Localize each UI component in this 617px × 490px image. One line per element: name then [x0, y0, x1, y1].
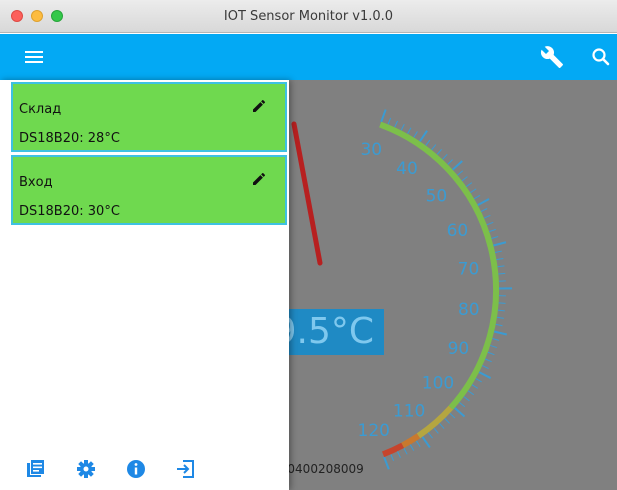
- gauge-tick: [496, 316, 504, 319]
- sensor-reading: DS18B20: 30°C: [19, 204, 120, 219]
- gauge-tick: [496, 257, 504, 261]
- window-title: IOT Sensor Monitor v1.0.0: [223, 9, 394, 24]
- gauge-tick: [403, 447, 408, 455]
- navigation-drawer: Склад DS18B20: 28°C Вход DS18B20: 30°C: [0, 80, 289, 490]
- sensor-card[interactable]: Вход DS18B20: 30°C: [11, 155, 287, 225]
- gauge-tick-label: 70: [458, 260, 480, 280]
- gauge-needle: [291, 121, 323, 266]
- gauge-tick: [449, 412, 456, 419]
- gauge-tick: [492, 338, 500, 341]
- gauge-tick: [484, 358, 492, 363]
- gauge-tick: [380, 109, 387, 123]
- gauge-tick: [436, 148, 443, 155]
- gauge-tick: [413, 131, 418, 138]
- gauge-tick: [425, 139, 431, 146]
- drawer-bottom-bar: [0, 458, 289, 488]
- gauge-tick: [461, 176, 468, 182]
- gauge-tick: [498, 302, 506, 304]
- gauge-tick: [394, 120, 398, 128]
- logout-icon[interactable]: [175, 458, 197, 480]
- info-icon[interactable]: [125, 458, 147, 480]
- gauge-tick: [451, 160, 463, 171]
- search-icon[interactable]: [589, 45, 613, 69]
- gauge-tick: [390, 454, 395, 462]
- gauge-tick: [400, 123, 405, 131]
- gauge-tick: [409, 444, 415, 451]
- gauge-tick: [447, 159, 453, 165]
- gauge-tick: [459, 401, 466, 408]
- gauge-tick-label: 80: [458, 300, 480, 320]
- gauge-tick: [480, 208, 488, 213]
- gauge-tick-label: 90: [448, 339, 470, 359]
- gauge-tick: [490, 344, 498, 349]
- app-bar: [0, 34, 617, 80]
- gauge-tick: [478, 371, 492, 379]
- sensor-name: Вход: [19, 175, 53, 190]
- gauge-tick: [463, 396, 470, 402]
- edit-icon[interactable]: [251, 98, 267, 114]
- gauge-tick: [482, 365, 489, 370]
- sensor-name: Склад: [19, 102, 62, 117]
- gauge-tick: [497, 265, 505, 268]
- gauge-tick: [493, 330, 508, 336]
- gauge-tick-label: 50: [426, 186, 448, 206]
- gauge-tick: [498, 272, 506, 275]
- gauge-tick: [471, 384, 479, 389]
- gauge-tick: [491, 236, 499, 239]
- gauge-tick: [387, 117, 392, 125]
- gauge-tick: [419, 130, 428, 142]
- gauge-tick: [477, 198, 490, 207]
- gauge-tick: [465, 182, 473, 188]
- gauge-tick: [494, 250, 502, 254]
- menu-icon[interactable]: [22, 45, 46, 69]
- gauge-tick: [442, 153, 448, 160]
- gauge-tick: [487, 351, 495, 356]
- settings-icon[interactable]: [75, 458, 97, 480]
- list-icon[interactable]: [24, 458, 46, 480]
- gauge-tick-label: 110: [393, 402, 425, 422]
- gauge-tick-label: 100: [422, 374, 454, 394]
- gauge-tick: [421, 436, 431, 449]
- gauge-tick: [497, 309, 505, 312]
- gauge-tick: [415, 440, 421, 447]
- sensor-card[interactable]: Склад DS18B20: 28°C: [11, 82, 287, 152]
- gauge-tick-label: 40: [396, 159, 418, 179]
- gauge-arc-segment-3: [381, 442, 405, 458]
- gauge-tick-label: 120: [358, 421, 390, 441]
- gauge-tick: [473, 194, 481, 200]
- gauge-tick: [489, 228, 496, 233]
- gauge-tick: [454, 407, 466, 418]
- gauge-tick: [407, 127, 412, 135]
- gauge-arc-segment-2: [401, 433, 421, 449]
- window-titlebar: IOT Sensor Monitor v1.0.0: [0, 0, 617, 33]
- gauge-tick: [431, 144, 437, 151]
- gauge-tick-label: 60: [447, 221, 469, 241]
- gauge-tick: [396, 451, 401, 458]
- gauge-tick: [444, 418, 450, 424]
- wrench-icon[interactable]: [540, 45, 564, 69]
- gauge-tick: [383, 456, 390, 470]
- gauge-tick: [486, 221, 494, 226]
- gauge-tick: [469, 188, 477, 194]
- edit-icon[interactable]: [251, 171, 267, 187]
- gauge-tick: [467, 390, 475, 396]
- gauge-tick: [427, 432, 433, 439]
- gauge-tick: [439, 423, 445, 429]
- gauge-tick: [495, 323, 503, 327]
- gauge-tick: [483, 214, 491, 219]
- gauge-tick: [493, 241, 507, 247]
- gauge-tick-label: 30: [360, 140, 382, 160]
- sensor-reading: DS18B20: 28°C: [19, 131, 120, 146]
- gauge-tick: [433, 427, 439, 434]
- gauge-tick: [475, 378, 482, 383]
- gauge-tick: [457, 170, 464, 176]
